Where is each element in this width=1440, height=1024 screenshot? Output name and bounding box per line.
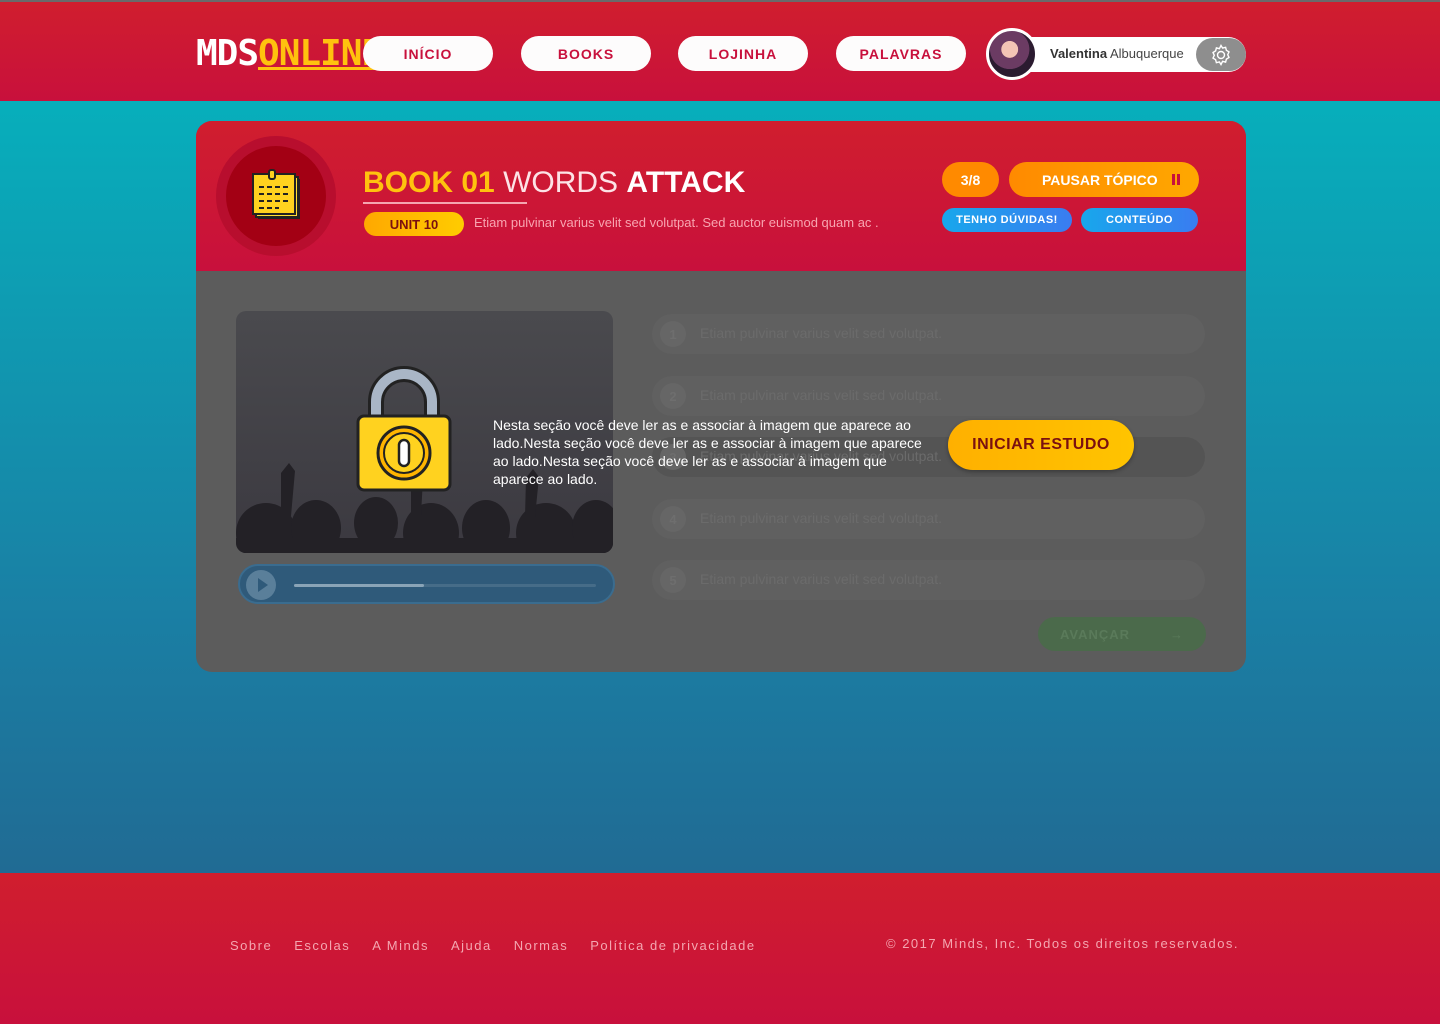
top-header: MDSONLINE INÍCIO BOOKS LOJINHA PALAVRAS …	[0, 0, 1440, 101]
footer-link-normas[interactable]: Normas	[514, 938, 569, 953]
nav-palavras[interactable]: PALAVRAS	[836, 36, 966, 71]
question-number: 4	[660, 506, 686, 532]
title-part2: ATTACK	[626, 166, 746, 199]
settings-button[interactable]	[1196, 38, 1246, 71]
advance-button[interactable]: AVANÇAR →	[1038, 617, 1206, 651]
lesson-header: BOOK 01 WORDS ATTACK UNIT 10 Etiam pulvi…	[196, 121, 1246, 271]
pause-icon	[1171, 174, 1181, 185]
audio-player	[238, 564, 615, 604]
footer: Sobre Escolas A Minds Ajuda Normas Polít…	[0, 873, 1440, 1024]
pause-topic-button[interactable]: PAUSAR TÓPICO	[1009, 162, 1199, 197]
question-number: 5	[660, 567, 686, 593]
footer-link-a-minds[interactable]: A Minds	[372, 938, 429, 953]
audio-progress-fill	[294, 584, 424, 587]
question-row[interactable]: 2 Etiam pulvinar varius velit sed volutp…	[652, 376, 1205, 416]
footer-links: Sobre Escolas A Minds Ajuda Normas Polít…	[230, 938, 778, 953]
footer-link-ajuda[interactable]: Ajuda	[451, 938, 492, 953]
topic-title: BOOK 01 WORDS ATTACK	[363, 165, 745, 201]
gear-icon	[1212, 43, 1230, 66]
question-number: 1	[660, 321, 686, 347]
title-part1: WORDS	[503, 166, 619, 199]
play-button[interactable]	[246, 570, 276, 600]
start-study-button[interactable]: INICIAR ESTUDO	[948, 420, 1134, 470]
question-text: Etiam pulvinar varius velit sed volutpat…	[700, 571, 942, 587]
footer-link-privacidade[interactable]: Política de privacidade	[590, 938, 755, 953]
footer-link-escolas[interactable]: Escolas	[294, 938, 350, 953]
copyright-text: © 2017 Minds, Inc. Todos os direitos res…	[886, 936, 1240, 951]
lock-icon	[356, 366, 452, 492]
question-row[interactable]: 5 Etiam pulvinar varius velit sed volutp…	[652, 560, 1205, 600]
nav-inicio[interactable]: INÍCIO	[363, 36, 493, 71]
footer-link-sobre[interactable]: Sobre	[230, 938, 272, 953]
user-name: Valentina Albuquerque	[1050, 45, 1184, 63]
question-text: Etiam pulvinar varius velit sed volutpat…	[700, 387, 942, 403]
question-number: 2	[660, 383, 686, 409]
nav-lojinha[interactable]: LOJINHA	[678, 36, 808, 71]
user-last-name: Albuquerque	[1109, 46, 1184, 61]
logo-part1: MDS	[196, 33, 259, 74]
notes-icon	[252, 169, 300, 219]
book-label: BOOK 01	[363, 166, 495, 199]
lesson-card: BOOK 01 WORDS ATTACK UNIT 10 Etiam pulvi…	[196, 121, 1246, 672]
question-row[interactable]: 4 Etiam pulvinar varius velit sed volutp…	[652, 499, 1205, 539]
title-underline	[363, 202, 527, 204]
logo[interactable]: MDSONLINE	[196, 33, 383, 74]
topic-progress-badge: 3/8	[942, 162, 999, 197]
unit-description: Etiam pulvinar varius velit sed volutpat…	[474, 215, 879, 230]
arrow-right-icon: →	[1170, 626, 1185, 642]
nav-books[interactable]: BOOKS	[521, 36, 651, 71]
unit-badge: UNIT 10	[364, 212, 464, 236]
avatar[interactable]	[986, 28, 1038, 80]
question-row[interactable]: 1 Etiam pulvinar varius velit sed volutp…	[652, 314, 1205, 354]
question-text: Etiam pulvinar varius velit sed volutpat…	[700, 510, 942, 526]
content-button[interactable]: CONTEÚDO	[1081, 208, 1198, 232]
audio-progress-track[interactable]	[294, 584, 596, 587]
advance-label: AVANÇAR	[1059, 626, 1131, 642]
doubts-button[interactable]: TENHO DÚVIDAS!	[942, 208, 1072, 232]
question-text: Etiam pulvinar varius velit sed volutpat…	[700, 325, 942, 341]
overlay-message: Nesta seção você deve ler as e associar …	[493, 417, 922, 487]
pause-topic-label: PAUSAR TÓPICO	[1042, 172, 1158, 188]
topic-badge-inner	[226, 146, 326, 246]
user-first-name: Valentina	[1050, 46, 1108, 61]
